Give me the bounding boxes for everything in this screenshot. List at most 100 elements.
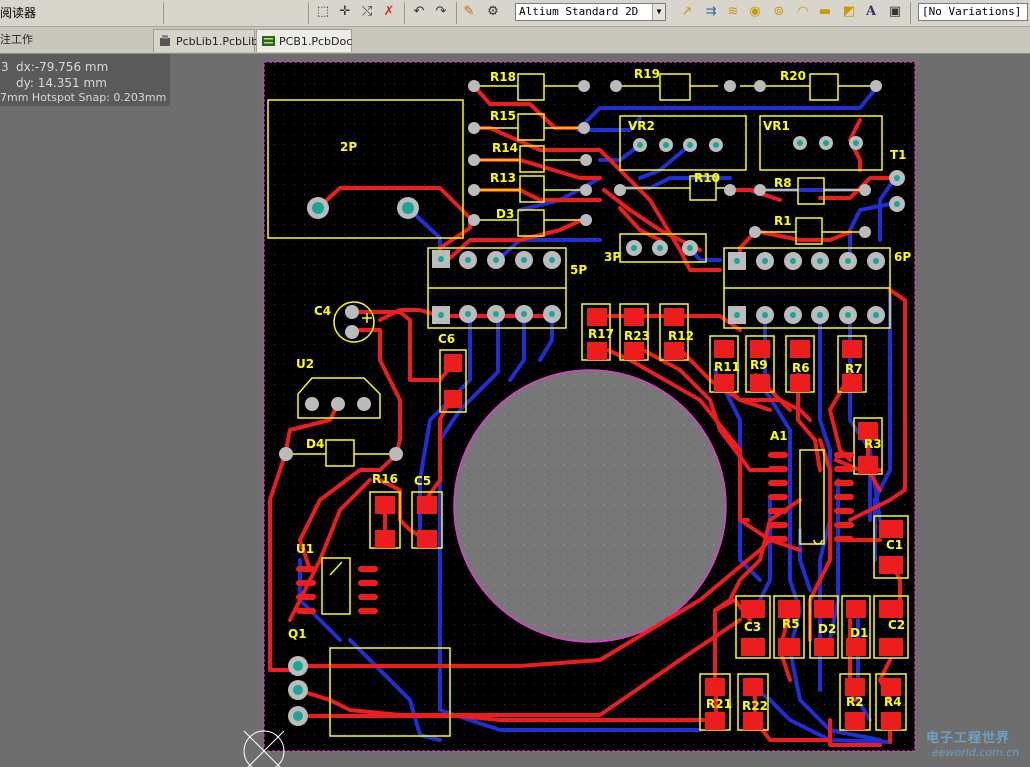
- move-icon[interactable]: ✛: [336, 3, 354, 21]
- silkscreen: [267, 73, 909, 737]
- watermark: 电子工程世界 eeworld.com.cn: [912, 727, 1030, 767]
- designator-r10[interactable]: R10: [694, 171, 720, 185]
- string-icon[interactable]: A: [862, 3, 880, 21]
- designator-d2[interactable]: D2: [818, 622, 836, 636]
- component-icon[interactable]: ▣: [886, 3, 904, 21]
- undo-icon[interactable]: ↶: [410, 3, 428, 21]
- designator-r4[interactable]: R4: [884, 695, 902, 709]
- designator-r13[interactable]: R13: [490, 171, 516, 185]
- toolbar-separator: [456, 2, 457, 24]
- hud-prefix: 3: [1, 60, 9, 74]
- designator-r22[interactable]: R22: [742, 699, 768, 713]
- 2p-outline: [267, 99, 464, 239]
- arc-icon[interactable]: ◠: [794, 3, 812, 21]
- designator-r2[interactable]: R2: [846, 695, 864, 709]
- document-tabbar: 注工作 PcbLib1.PcbLib PCB1.PcbDoc: [0, 27, 1030, 54]
- tab-label: PCB1.PcbDoc: [279, 35, 353, 48]
- hud-dy: dy: 14.351 mm: [16, 76, 107, 90]
- designator-c4[interactable]: C4: [314, 304, 331, 318]
- pad-icon[interactable]: ◉: [746, 3, 764, 21]
- toolbar-separator: [910, 2, 911, 24]
- pcbdoc-icon: [262, 36, 275, 46]
- polygon-icon[interactable]: ◩: [840, 3, 858, 21]
- hud-dx: dx:-79.756 mm: [16, 60, 109, 74]
- designator-c6[interactable]: C6: [438, 332, 455, 346]
- designator-t1[interactable]: T1: [890, 148, 907, 162]
- redo-icon[interactable]: ↷: [432, 3, 450, 21]
- watermark-line1: 电子工程世界: [926, 731, 1011, 746]
- pcblib-icon: [160, 35, 170, 46]
- designator-r3[interactable]: R3: [864, 437, 882, 451]
- chevron-down-icon: ▼: [652, 4, 665, 20]
- tab-pcblib1[interactable]: PcbLib1.PcbLib: [153, 29, 259, 52]
- designator-r19[interactable]: R19: [634, 67, 660, 81]
- designator-r8[interactable]: R8: [774, 176, 792, 190]
- designator-2p[interactable]: 2P: [340, 140, 357, 154]
- view-mode-select[interactable]: Altium Standard 2D ▼: [515, 3, 666, 21]
- designator-c2[interactable]: C2: [888, 618, 905, 632]
- designator-r11[interactable]: R11: [714, 360, 740, 374]
- top-layer-traces: [268, 84, 907, 747]
- designator-d3[interactable]: D3: [496, 207, 514, 221]
- heads-up-display: 3 dx:-79.756 mm dy: 14.351 mm 7mm Hotspo…: [0, 54, 170, 106]
- select-cross-icon[interactable]: ⤭: [358, 3, 376, 21]
- designator-d1[interactable]: D1: [850, 626, 868, 640]
- designator-r18[interactable]: R18: [490, 70, 516, 84]
- main-toolbar: 阅读器 ⬚ ✛ ⤭ ✗ ↶ ↷ ✎ ⚙ Altium Standard 2D ▼…: [0, 0, 1030, 27]
- designator-5p[interactable]: 5P: [570, 263, 587, 277]
- designator-r7[interactable]: R7: [845, 362, 863, 376]
- designator-r1[interactable]: R1: [774, 214, 792, 228]
- diff-pair-icon[interactable]: ⇉: [702, 3, 720, 21]
- designator-r17[interactable]: R17: [588, 327, 614, 341]
- designator-r9[interactable]: R9: [750, 358, 768, 372]
- tab-label: PcbLib1.PcbLib: [176, 35, 259, 48]
- smd-pads: [296, 308, 903, 730]
- panel-label-fragment: 注工作: [0, 33, 33, 46]
- designator-u2[interactable]: U2: [296, 357, 314, 371]
- deselect-icon[interactable]: ✗: [380, 3, 398, 21]
- designator-3p[interactable]: 3P: [604, 250, 621, 264]
- bottom-layer-traces: [298, 86, 897, 744]
- designator-6p[interactable]: 6P: [894, 250, 911, 264]
- designator-r12[interactable]: R12: [668, 329, 694, 343]
- designator-vr1[interactable]: VR1: [763, 119, 790, 133]
- designator-r15[interactable]: R15: [490, 109, 516, 123]
- window-title-fragment: 阅读器: [0, 6, 37, 20]
- designator-r14[interactable]: R14: [492, 141, 518, 155]
- tab-pcb1[interactable]: PCB1.PcbDoc: [256, 29, 352, 52]
- view-mode-value: Altium Standard 2D: [519, 5, 639, 18]
- variations-select[interactable]: [No Variations]: [918, 3, 1028, 21]
- designator-r21[interactable]: R21: [706, 697, 732, 711]
- designator-q1[interactable]: Q1: [288, 627, 307, 641]
- toolbar-separator: [404, 2, 405, 24]
- designator-u1[interactable]: U1: [296, 542, 314, 556]
- designator-r16[interactable]: R16: [372, 472, 398, 486]
- route-icon[interactable]: ↗: [678, 3, 696, 21]
- mounting-hole: [453, 369, 727, 643]
- designator-c3[interactable]: C3: [744, 620, 761, 634]
- designator-c5[interactable]: C5: [414, 474, 431, 488]
- 5p-outline: [427, 247, 567, 329]
- designator-r6[interactable]: R6: [792, 361, 810, 375]
- toolbar-separator: [163, 2, 164, 24]
- 3p-outline: [619, 233, 707, 263]
- designator-vr2[interactable]: VR2: [628, 119, 655, 133]
- select-rect-icon[interactable]: ⬚: [314, 3, 332, 21]
- board-outline: [263, 61, 916, 752]
- inspect-icon[interactable]: ⚙: [484, 3, 502, 21]
- variations-value: [No Variations]: [922, 5, 1022, 18]
- via-icon[interactable]: ⊚: [770, 3, 788, 21]
- designator-d4[interactable]: D4: [306, 437, 324, 451]
- 6p-outline: [723, 247, 891, 329]
- highlight-icon[interactable]: ✎: [460, 3, 478, 21]
- watermark-line2: eeworld.com.cn: [932, 746, 1020, 759]
- hud-snap: 7mm Hotspot Snap: 0.203mm: [0, 91, 167, 104]
- designator-r5[interactable]: R5: [782, 617, 800, 631]
- designator-c1[interactable]: C1: [886, 538, 903, 552]
- designator-r20[interactable]: R20: [780, 69, 806, 83]
- designator-a1[interactable]: A1: [770, 429, 788, 443]
- fill-icon[interactable]: ▬: [816, 3, 834, 21]
- designator-r23[interactable]: R23: [624, 329, 650, 343]
- through-hole-pads: [279, 80, 905, 726]
- multi-route-icon[interactable]: ≋: [724, 3, 742, 21]
